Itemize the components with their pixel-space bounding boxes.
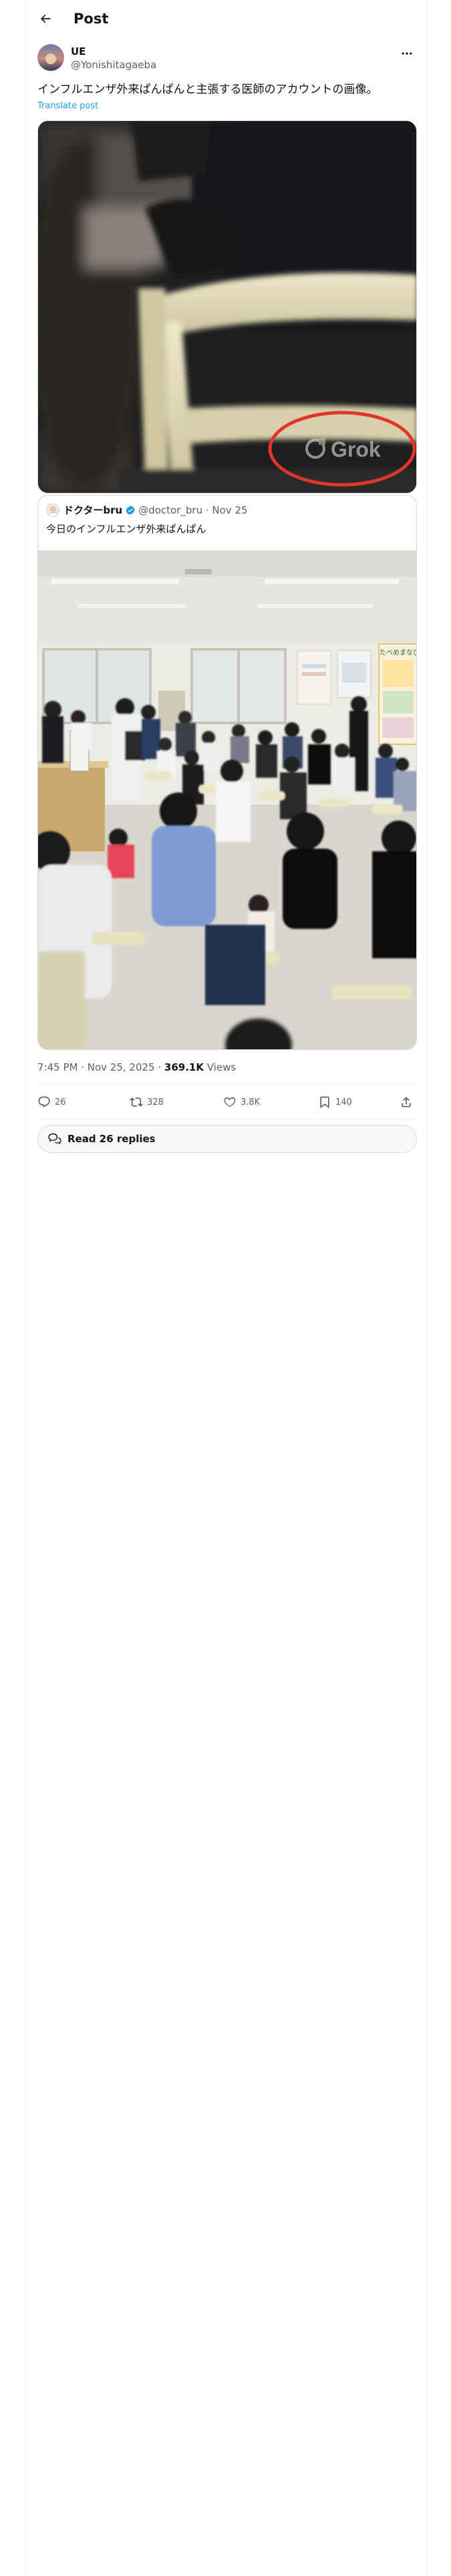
quote-author-name: ドクターbru [63,504,123,516]
views-count: 369.1K [164,1061,204,1073]
post-time[interactable]: 7:45 PM · Nov 25, 2025 · [37,1061,164,1073]
author-row: UE @Yonishitagaeba [37,44,417,74]
action-bar: 26 328 3.8K 140 [37,1086,417,1118]
more-button[interactable] [398,47,416,60]
poster-text: たべめまなびまご [380,648,417,657]
reply-icon [38,1096,50,1107]
more-icon [402,52,412,55]
like-button[interactable]: 3.8K [223,1094,260,1110]
quote-separator: · [202,504,212,516]
quoted-post[interactable]: ドクターbru @doctor_bru · Nov 25 今日のインフルエンザ外… [37,495,417,1050]
quote-header: ドクターbru @doctor_bru · Nov 25 [46,504,248,517]
like-count: 3.8K [241,1097,261,1107]
quote-handle: @doctor_bru [138,504,203,516]
author-handle[interactable]: @Yonishitagaeba [71,58,156,72]
reply-count: 26 [55,1097,66,1107]
quote-image[interactable]: たべめまなびまご [38,550,417,1049]
translate-link[interactable]: Translate post [37,100,98,112]
repost-count: 328 [147,1097,164,1107]
repost-icon [130,1097,143,1107]
quote-avatar [46,504,59,517]
bookmark-count: 140 [335,1097,352,1107]
repost-button[interactable]: 328 [130,1094,164,1110]
speech-bubbles-icon [48,1133,61,1144]
reply-button[interactable]: 26 [37,1094,66,1110]
page-title: Post [73,11,109,27]
read-replies-label: Read 26 replies [67,1133,156,1145]
quote-date: Nov 25 [212,504,248,516]
verified-badge-icon [126,506,135,515]
arrow-left-icon [41,14,51,23]
tweet-image[interactable]: Grok [37,120,417,494]
divider [37,1083,417,1084]
main-column: Post UE @Yonishitagaeba インフルエンザ外来ぱんぱんと主張… [26,0,427,2576]
tweet-text: インフルエンザ外来ぱんぱんと主張する医師のアカウントの画像。 [37,83,378,96]
share-button[interactable] [400,1094,417,1110]
bookmark-button[interactable]: 140 [318,1094,352,1110]
waiting-room-photo: たべめまなびまご [38,550,417,1049]
header: Post [27,0,428,37]
heart-icon [224,1097,236,1107]
divider [37,1119,417,1120]
avatar[interactable] [37,44,64,71]
post-timestamp: 7:45 PM · Nov 25, 2025 · 369.1K Views [37,1061,236,1074]
views-label: Views [203,1061,237,1073]
share-icon [402,1097,411,1107]
tweet-photo: Grok [38,121,416,493]
back-button[interactable] [36,9,55,28]
author-name[interactable]: UE [71,45,86,58]
quote-text: 今日のインフルエンザ外来ぱんぱん [46,523,206,535]
grok-watermark: Grok [331,437,381,461]
bookmark-icon [320,1096,329,1109]
read-replies-button[interactable]: Read 26 replies [37,1125,417,1153]
